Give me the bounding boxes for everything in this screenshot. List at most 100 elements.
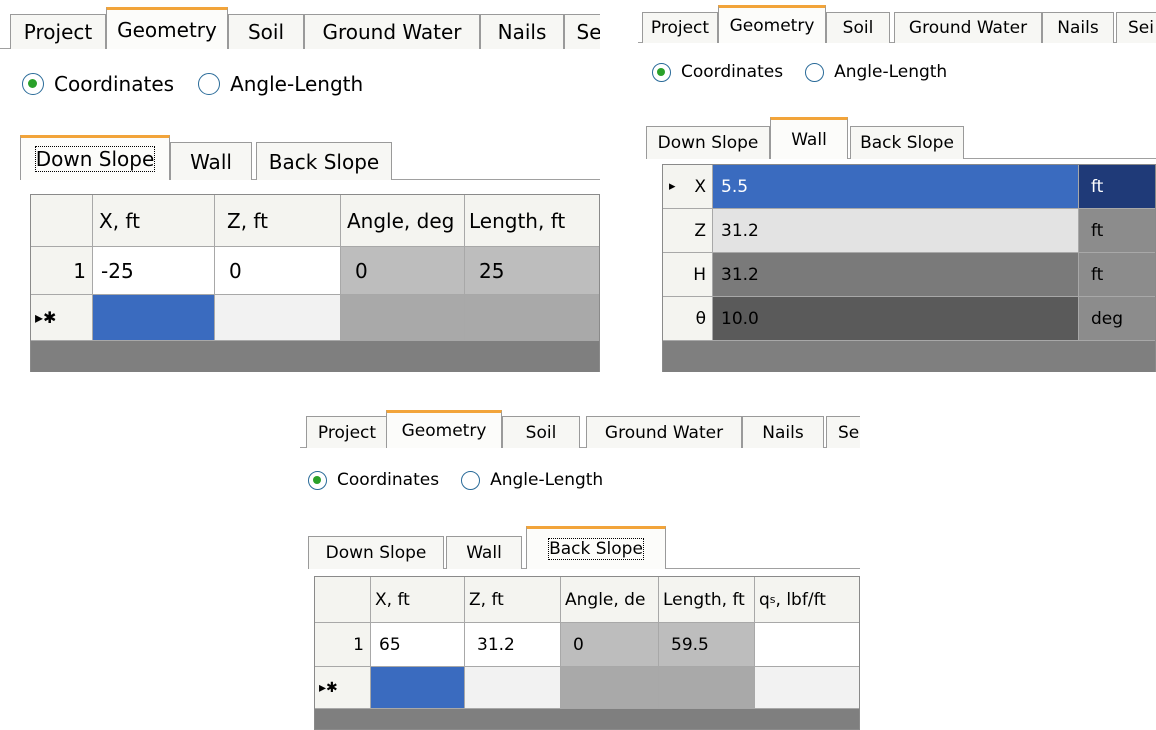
new-row-cell-qs[interactable] (755, 667, 859, 709)
grid-corner (315, 577, 371, 623)
current-row-arrow-icon: ▸ (669, 179, 676, 194)
tab-nails[interactable]: Nails (742, 416, 824, 448)
subtab-back-slope[interactable]: Back Slope (850, 126, 964, 159)
new-row-cell-z[interactable] (465, 667, 561, 709)
coordinates-radio[interactable] (22, 73, 44, 95)
angle-length-label: Angle-Length (490, 470, 604, 490)
angle-length-radio[interactable] (198, 73, 221, 95)
cell-x[interactable]: 65 (371, 623, 465, 667)
cell-z[interactable]: 0 (215, 247, 341, 295)
subtab-wall[interactable]: Wall (446, 536, 522, 569)
tab-seismic[interactable]: Se (564, 14, 600, 49)
tab-seismic[interactable]: Sei (826, 416, 860, 448)
column-header-z[interactable]: Z, ft (465, 577, 561, 623)
column-header-length[interactable]: Length, ft (465, 195, 599, 247)
row-header-theta[interactable]: θ (663, 297, 713, 341)
input-mode-radio-group: Coordinates Angle-Length (308, 470, 603, 490)
new-row-cell-x[interactable] (93, 295, 215, 341)
tab-soil[interactable]: Soil (502, 416, 580, 448)
new-row-cell-length (465, 295, 599, 341)
coordinates-radio[interactable] (652, 62, 671, 82)
tab-geometry[interactable]: Geometry (718, 5, 826, 43)
tab-ground-water[interactable]: Ground Water (586, 416, 742, 448)
tab-ground-water[interactable]: Ground Water (304, 14, 480, 49)
tab-project[interactable]: Project (10, 14, 106, 49)
row-header-1[interactable]: 1 (31, 247, 93, 295)
column-header-angle[interactable]: Angle, de (561, 577, 659, 623)
wall-grid: ▸ X 5.5 ft Z 31.2 ft H 31.2 ft θ 10.0 deg (662, 164, 1156, 372)
new-row-header[interactable]: ▸✱ (315, 667, 371, 709)
sub-tab-strip: Down Slope Wall Back Slope (300, 518, 860, 570)
wall-h-value: 31.2 (713, 253, 1079, 297)
tab-geometry[interactable]: Geometry (386, 410, 502, 448)
subtab-down-slope[interactable]: Down Slope (20, 135, 170, 180)
coordinates-label: Coordinates (337, 470, 440, 490)
coordinates-label: Coordinates (54, 72, 175, 96)
input-mode-radio-group: Coordinates Angle-Length (652, 62, 947, 82)
tab-project[interactable]: Project (642, 12, 718, 43)
row-header-z[interactable]: Z (663, 209, 713, 253)
coordinates-radio[interactable] (308, 470, 327, 490)
new-row-cell-z[interactable] (215, 295, 341, 341)
cell-angle: 0 (561, 623, 659, 667)
wall-z-value[interactable]: 31.2 (713, 209, 1079, 253)
wall-h-unit: ft (1079, 253, 1155, 297)
subtab-wall[interactable]: Wall (170, 142, 252, 180)
tab-nails[interactable]: Nails (480, 14, 564, 49)
down-slope-grid: X, ft Z, ft Angle, deg Length, ft 1 -25 … (30, 194, 600, 372)
cell-z[interactable]: 31.2 (465, 623, 561, 667)
new-row-cell-x[interactable] (371, 667, 465, 709)
column-header-z[interactable]: Z, ft (215, 195, 341, 247)
sub-tab-strip: Down Slope Wall Back Slope (638, 112, 1156, 160)
wall-x-value[interactable]: 5.5 (713, 165, 1079, 209)
angle-length-radio[interactable] (461, 470, 481, 490)
tab-nails[interactable]: Nails (1042, 12, 1114, 43)
coordinates-label: Coordinates (681, 62, 784, 82)
sub-tab-strip: Down Slope Wall Back Slope (0, 130, 600, 180)
new-row-cell-length (659, 667, 755, 709)
angle-length-label: Angle-Length (230, 72, 364, 96)
column-header-x[interactable]: X, ft (371, 577, 465, 623)
cell-angle: 0 (341, 247, 465, 295)
tab-geometry[interactable]: Geometry (106, 7, 228, 49)
subtab-wall[interactable]: Wall (770, 117, 848, 159)
main-tab-strip: Project Geometry Soil Ground Water Nails… (638, 0, 1156, 43)
row-header-1[interactable]: 1 (315, 623, 371, 667)
geometry-panel-down-slope: Project Geometry Soil Ground Water Nails… (0, 0, 600, 372)
column-header-angle[interactable]: Angle, deg (341, 195, 465, 247)
input-mode-radio-group: Coordinates Angle-Length (22, 72, 363, 96)
subtab-back-slope[interactable]: Back Slope (256, 142, 392, 180)
cell-x[interactable]: -25 (93, 247, 215, 295)
new-row-cell-angle (561, 667, 659, 709)
tab-ground-water[interactable]: Ground Water (894, 12, 1042, 43)
subtab-down-slope[interactable]: Down Slope (308, 536, 444, 569)
column-header-length[interactable]: Length, ft (659, 577, 755, 623)
cell-length: 25 (465, 247, 599, 295)
wall-z-unit: ft (1079, 209, 1155, 253)
geometry-panel-back-slope: Project Geometry Soil Ground Water Nails… (300, 384, 860, 730)
new-row-cell-angle (341, 295, 465, 341)
main-tab-strip: Project Geometry Soil Ground Water Nails… (0, 0, 600, 49)
tab-soil[interactable]: Soil (228, 14, 304, 49)
angle-length-radio[interactable] (805, 62, 825, 82)
main-tab-strip: Project Geometry Soil Ground Water Nails… (300, 384, 860, 448)
tab-soil[interactable]: Soil (826, 12, 890, 43)
wall-x-unit: ft (1079, 165, 1155, 209)
tab-project[interactable]: Project (306, 416, 388, 448)
geometry-panel-wall: Project Geometry Soil Ground Water Nails… (638, 0, 1156, 372)
tab-seismic[interactable]: Sei (1116, 12, 1156, 43)
cell-length: 59.5 (659, 623, 755, 667)
subtab-down-slope[interactable]: Down Slope (646, 126, 770, 159)
row-header-h[interactable]: H (663, 253, 713, 297)
angle-length-label: Angle-Length (834, 62, 948, 82)
column-header-x[interactable]: X, ft (93, 195, 215, 247)
cell-qs[interactable] (755, 623, 859, 667)
subtab-back-slope[interactable]: Back Slope (526, 526, 666, 569)
wall-theta-value[interactable]: 10.0 (713, 297, 1079, 341)
grid-corner (31, 195, 93, 247)
back-slope-grid: X, ft Z, ft Angle, de Length, ft qs, lbf… (314, 576, 860, 730)
new-row-header[interactable]: ▸✱ (31, 295, 93, 341)
row-header-x[interactable]: ▸ X (663, 165, 713, 209)
wall-theta-unit: deg (1079, 297, 1155, 341)
column-header-qs[interactable]: qs, lbf/ft (755, 577, 859, 623)
